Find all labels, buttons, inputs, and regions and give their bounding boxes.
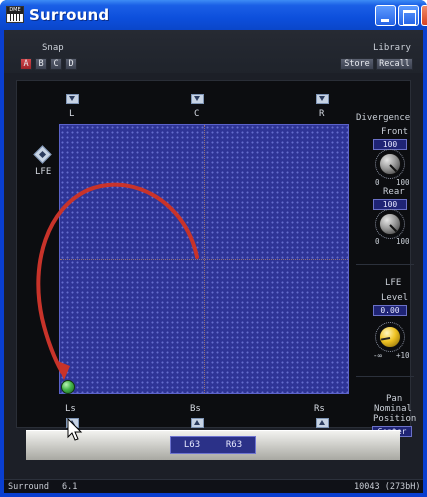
dme-app-icon: DME [6,6,24,23]
snap-button-c[interactable]: C [50,58,62,70]
front-min-label: 0 [375,178,380,187]
title-bar[interactable]: DME Surround [0,0,427,30]
pan-readout-left: L63 [183,440,201,450]
minimize-button[interactable] [375,5,396,26]
speaker-l-icon [66,94,79,104]
speaker-l-label: L [69,109,75,119]
panel-divider [356,264,414,265]
speaker-bs-icon [191,418,204,428]
speaker-c-icon [191,94,204,104]
status-component-name: Surround [8,482,49,492]
status-component-type: 6.1 [62,482,78,492]
speaker-ls-icon [66,418,79,428]
keyboard-keys-icon [8,14,22,21]
lfe-level-label: Level [381,293,409,303]
pan-readout-right: R63 [225,440,243,450]
speaker-rs-label: Rs [314,404,325,414]
snap-button-d[interactable]: D [65,58,77,70]
speaker-r-label: R [319,109,325,119]
front-label: Front [381,127,409,137]
pan-label: Pan [386,394,403,404]
recall-button[interactable]: Recall [376,58,413,70]
snap-label: Snap [42,43,64,53]
nominal-label: Nominal [374,404,412,414]
app-icon-text: DME [7,7,23,14]
rear-min-label: 0 [375,237,380,246]
speaker-ls-label: Ls [65,404,76,414]
window-title: Surround [29,6,110,24]
position-label: Position [373,414,417,424]
rear-label: Rear [383,187,405,197]
lfe-max-label: +10 [396,351,410,360]
speaker-rs-icon [316,418,329,428]
front-max-label: 100 [396,178,410,187]
pan-readout-strip: L63 R63 [26,430,400,460]
surround-pan-pad[interactable] [59,124,349,394]
store-button[interactable]: Store [340,58,374,70]
speaker-r-icon [316,94,329,104]
divergence-title: Divergence [356,113,411,123]
snap-button-b[interactable]: B [35,58,47,70]
rear-divergence-knob[interactable] [379,213,401,235]
lfe-min-label: -∞ [373,351,383,360]
front-divergence-knob[interactable] [379,153,401,175]
pan-readout: L63 R63 [170,436,256,454]
header-panel: Snap A B C D Library Store Recall [4,30,423,73]
lfe-level-knob[interactable] [379,326,401,348]
maximize-button[interactable] [398,5,419,26]
lfe-title: LFE [385,278,402,288]
snap-button-a[interactable]: A [20,58,32,70]
library-label: Library [373,43,411,53]
speaker-bs-label: Bs [190,404,201,414]
panel-divider-2 [356,376,414,377]
window-frame-bottom [0,493,427,497]
rear-max-label: 100 [396,237,410,246]
lfe-speaker-label: LFE [35,167,52,177]
lfe-level-value-field[interactable]: 0.00 [373,305,407,316]
surround-window: DME Surround Snap A B C D Library Store … [0,0,427,497]
status-bar: Surround 6.1 10043 (273bH) [4,479,423,493]
status-size: 10043 (273bH) [354,482,421,492]
pan-position-marker[interactable] [61,380,75,394]
speaker-c-label: C [194,109,200,119]
close-button[interactable] [421,5,427,26]
client-area: Snap A B C D Library Store Recall L C R … [4,30,423,479]
pad-horizontal-center-line [60,259,348,260]
